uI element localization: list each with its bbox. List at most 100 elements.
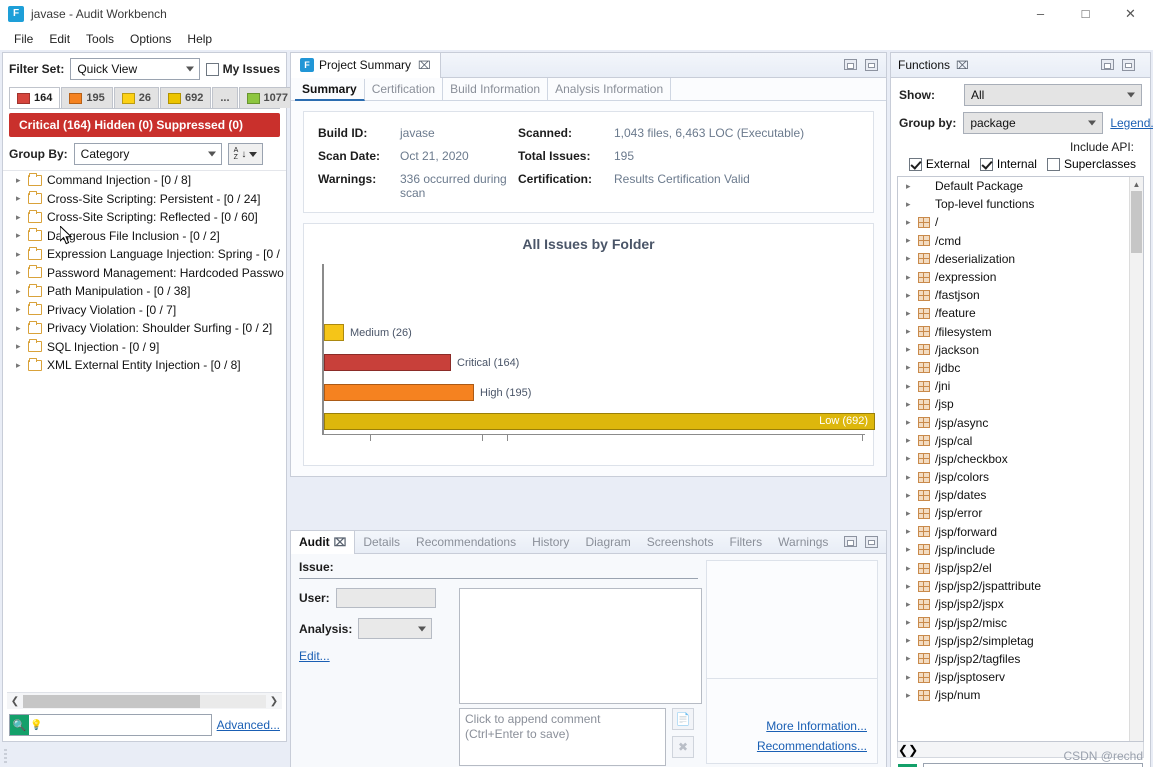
expand-chevron-icon[interactable]: ▸	[906, 217, 918, 228]
expand-chevron-icon[interactable]: ▸	[16, 360, 28, 371]
expand-chevron-icon[interactable]: ▸	[906, 544, 918, 555]
list-item[interactable]: ▸ Cross-Site Scripting: Persistent - [0 /…	[3, 190, 286, 209]
list-item[interactable]: ▸ Password Management: Hardcoded Passwo	[3, 264, 286, 283]
minimize-button[interactable]: –	[1018, 0, 1063, 28]
expand-chevron-icon[interactable]: ▸	[906, 381, 918, 392]
group-by-select[interactable]: Category	[73, 143, 222, 165]
menu-file[interactable]: File	[6, 30, 41, 48]
group-by-select[interactable]: package	[963, 112, 1104, 134]
panel-minimize-button[interactable]	[844, 59, 857, 70]
tab-details[interactable]: Details	[355, 531, 408, 554]
list-item[interactable]: ▸ /jdbc	[898, 359, 1143, 377]
expand-chevron-icon[interactable]: ▸	[906, 308, 918, 319]
expand-chevron-icon[interactable]: ▸	[16, 193, 28, 204]
my-issues-checkbox[interactable]: My Issues	[205, 62, 280, 76]
lightbulb-icon[interactable]: 💡	[30, 720, 42, 731]
tab-history[interactable]: History	[524, 531, 577, 554]
panel-minimize-button[interactable]	[844, 536, 857, 547]
list-item[interactable]: ▸ Privacy Violation - [0 / 7]	[3, 301, 286, 320]
list-item[interactable]: ▸ SQL Injection - [0 / 9]	[3, 338, 286, 357]
comment-history-textarea[interactable]	[459, 588, 702, 704]
list-item[interactable]: ▸ /jsp	[898, 395, 1143, 413]
advanced-search-link[interactable]: Advanced...	[217, 718, 280, 732]
list-item[interactable]: ▸ /jsp/include	[898, 541, 1143, 559]
close-icon[interactable]: ⌧	[956, 59, 969, 72]
list-item[interactable]: ▸ Expression Language Injection: Spring -…	[3, 245, 286, 264]
expand-chevron-icon[interactable]: ▸	[906, 453, 918, 464]
panel-maximize-button[interactable]	[865, 59, 878, 71]
scrollbar-thumb[interactable]	[1131, 191, 1142, 253]
expand-chevron-icon[interactable]: ▸	[906, 672, 918, 683]
legend-link[interactable]: Legend...	[1110, 116, 1153, 130]
expand-chevron-icon[interactable]: ▸	[906, 635, 918, 646]
list-item[interactable]: ▸ /jsp/jsptoserv	[898, 668, 1143, 686]
list-item[interactable]: ▸ /jni	[898, 377, 1143, 395]
list-item[interactable]: ▸ /jsp/dates	[898, 486, 1143, 504]
user-field[interactable]	[335, 588, 436, 608]
search-input-wrap[interactable]: 🔍 💡	[9, 714, 212, 736]
expand-chevron-icon[interactable]: ▸	[906, 290, 918, 301]
expand-chevron-icon[interactable]: ▸	[16, 212, 28, 223]
panel-maximize-button[interactable]	[865, 536, 878, 548]
list-item[interactable]: ▸ /jsp/jsp2/misc	[898, 614, 1143, 632]
expand-chevron-icon[interactable]: ▸	[16, 175, 28, 186]
close-button[interactable]: ✕	[1108, 0, 1153, 28]
menu-tools[interactable]: Tools	[78, 30, 122, 48]
issue-category-tree[interactable]: ▸ Command Injection - [0 / 8] ▸ Cross-Site…	[3, 170, 286, 692]
expand-chevron-icon[interactable]: ▸	[906, 199, 918, 210]
expand-chevron-icon[interactable]: ▸	[16, 267, 28, 278]
maximize-button[interactable]: □	[1063, 0, 1108, 28]
add-comment-button[interactable]: 📄	[672, 708, 694, 730]
subtab-certification[interactable]: Certification	[365, 78, 444, 100]
severity-tab-low[interactable]: 692	[159, 87, 212, 108]
expand-chevron-icon[interactable]: ▸	[906, 617, 918, 628]
show-select[interactable]: All	[964, 84, 1142, 106]
list-item[interactable]: ▸ /jsp/cal	[898, 432, 1143, 450]
expand-chevron-icon[interactable]: ▸	[906, 581, 918, 592]
list-item[interactable]: ▸ /	[898, 213, 1143, 231]
expand-chevron-icon[interactable]: ▸	[16, 249, 28, 260]
tab-filters[interactable]: Filters	[722, 531, 771, 554]
internal-checkbox[interactable]: Internal	[979, 157, 1037, 171]
expand-chevron-icon[interactable]: ▸	[906, 563, 918, 574]
expand-chevron-icon[interactable]: ▸	[906, 508, 918, 519]
list-item[interactable]: ▸ /jsp/jsp2/jspx	[898, 595, 1143, 613]
expand-chevron-icon[interactable]: ▸	[906, 399, 918, 410]
list-item[interactable]: ▸ /feature	[898, 304, 1143, 322]
edit-link[interactable]: Edit...	[299, 649, 330, 663]
list-item[interactable]: ▸ /jsp/jsp2/jspattribute	[898, 577, 1143, 595]
list-item[interactable]: ▸ /filesystem	[898, 323, 1143, 341]
menu-edit[interactable]: Edit	[41, 30, 78, 48]
tab-project-summary[interactable]: F Project Summary ⌧	[291, 52, 441, 78]
expand-chevron-icon[interactable]: ▸	[906, 344, 918, 355]
list-item[interactable]: ▸ Dangerous File Inclusion - [0 / 2]	[3, 227, 286, 246]
severity-tab-all[interactable]: 1077	[238, 87, 296, 108]
list-item[interactable]: ▸ /jsp/colors	[898, 468, 1143, 486]
list-item[interactable]: ▸ Top-level functions	[898, 195, 1143, 213]
list-item[interactable]: ▸ /jsp/jsp2/simpletag	[898, 632, 1143, 650]
expand-chevron-icon[interactable]: ▸	[16, 286, 28, 297]
list-item[interactable]: ▸ Privacy Violation: Shoulder Surfing - […	[3, 319, 286, 338]
list-item[interactable]: ▸ /jackson	[898, 341, 1143, 359]
list-item[interactable]: ▸ Default Package	[898, 177, 1143, 195]
delete-comment-button[interactable]: ✖	[672, 736, 694, 758]
list-item[interactable]: ▸ /fastjson	[898, 286, 1143, 304]
recommendations-link[interactable]: Recommendations...	[707, 739, 867, 753]
list-item[interactable]: ▸ /expression	[898, 268, 1143, 286]
expand-chevron-icon[interactable]: ▸	[906, 235, 918, 246]
superclasses-checkbox[interactable]: Superclasses	[1046, 157, 1136, 171]
panel-maximize-button[interactable]	[1122, 59, 1135, 71]
expand-chevron-icon[interactable]: ▸	[16, 323, 28, 334]
expand-chevron-icon[interactable]: ▸	[906, 690, 918, 701]
severity-tab-critical[interactable]: 164	[9, 87, 61, 108]
list-item[interactable]: ▸ /jsp/jsp2/tagfiles	[898, 650, 1143, 668]
expand-chevron-icon[interactable]: ▸	[906, 253, 918, 264]
close-icon[interactable]: ⌧	[418, 59, 431, 72]
analysis-select[interactable]	[358, 618, 433, 639]
expand-chevron-icon[interactable]: ▸	[906, 272, 918, 283]
list-item[interactable]: ▸ Command Injection - [0 / 8]	[3, 171, 286, 190]
list-item[interactable]: ▸ /jsp/async	[898, 413, 1143, 431]
severity-tab-high[interactable]: 195	[61, 87, 113, 108]
functions-vertical-scrollbar[interactable]: ▲	[1129, 177, 1143, 741]
expand-chevron-icon[interactable]: ▸	[906, 472, 918, 483]
